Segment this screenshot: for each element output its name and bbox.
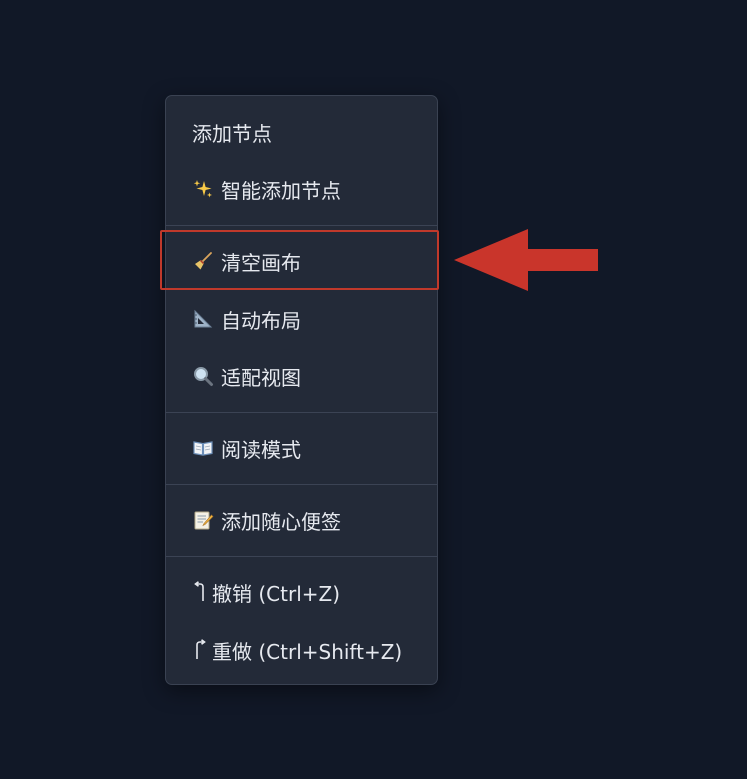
menu-item-label: 添加随心便签 xyxy=(221,509,341,534)
magnifying-glass-icon xyxy=(192,365,214,387)
menu-item-fit-view[interactable]: 适配视图 xyxy=(166,352,437,400)
menu-item-smart-add-node[interactable]: 智能添加节点 xyxy=(166,165,437,213)
menu-item-label: 重做 (Ctrl+Shift+Z) xyxy=(212,639,403,664)
menu-item-label: 智能添加节点 xyxy=(221,178,341,203)
menu-item-label: 撤销 (Ctrl+Z) xyxy=(212,581,341,606)
menu-separator xyxy=(166,484,437,485)
menu-item-label: 阅读模式 xyxy=(221,437,301,462)
menu-item-reading-mode[interactable]: 阅读模式 xyxy=(166,424,437,472)
menu-separator xyxy=(166,556,437,557)
menu-item-label: 添加节点 xyxy=(192,121,272,146)
menu-item-auto-layout[interactable]: 自动布局 xyxy=(166,295,437,343)
menu-item-undo[interactable]: 撤销 (Ctrl+Z) xyxy=(166,568,437,616)
highlight-box xyxy=(160,230,439,290)
menu-item-label: 自动布局 xyxy=(221,308,301,333)
sparkles-icon xyxy=(192,178,214,200)
menu-item-add-sticky-note[interactable]: 添加随心便签 xyxy=(166,496,437,544)
redo-arrow-icon xyxy=(192,639,208,661)
undo-arrow-icon xyxy=(192,581,208,603)
pointer-arrow-icon xyxy=(454,229,598,291)
triangular-ruler-icon xyxy=(192,308,214,330)
menu-separator xyxy=(166,225,437,226)
menu-separator xyxy=(166,412,437,413)
open-book-icon xyxy=(192,437,214,459)
context-menu: 添加节点 智能添加节点 清空画布 自动布局 适配视图 阅读模式 添加随心便签 撤… xyxy=(165,95,438,685)
menu-item-label: 适配视图 xyxy=(221,365,301,390)
menu-item-add-node[interactable]: 添加节点 xyxy=(166,108,437,156)
menu-item-redo[interactable]: 重做 (Ctrl+Shift+Z) xyxy=(166,626,437,674)
memo-icon xyxy=(192,509,214,531)
